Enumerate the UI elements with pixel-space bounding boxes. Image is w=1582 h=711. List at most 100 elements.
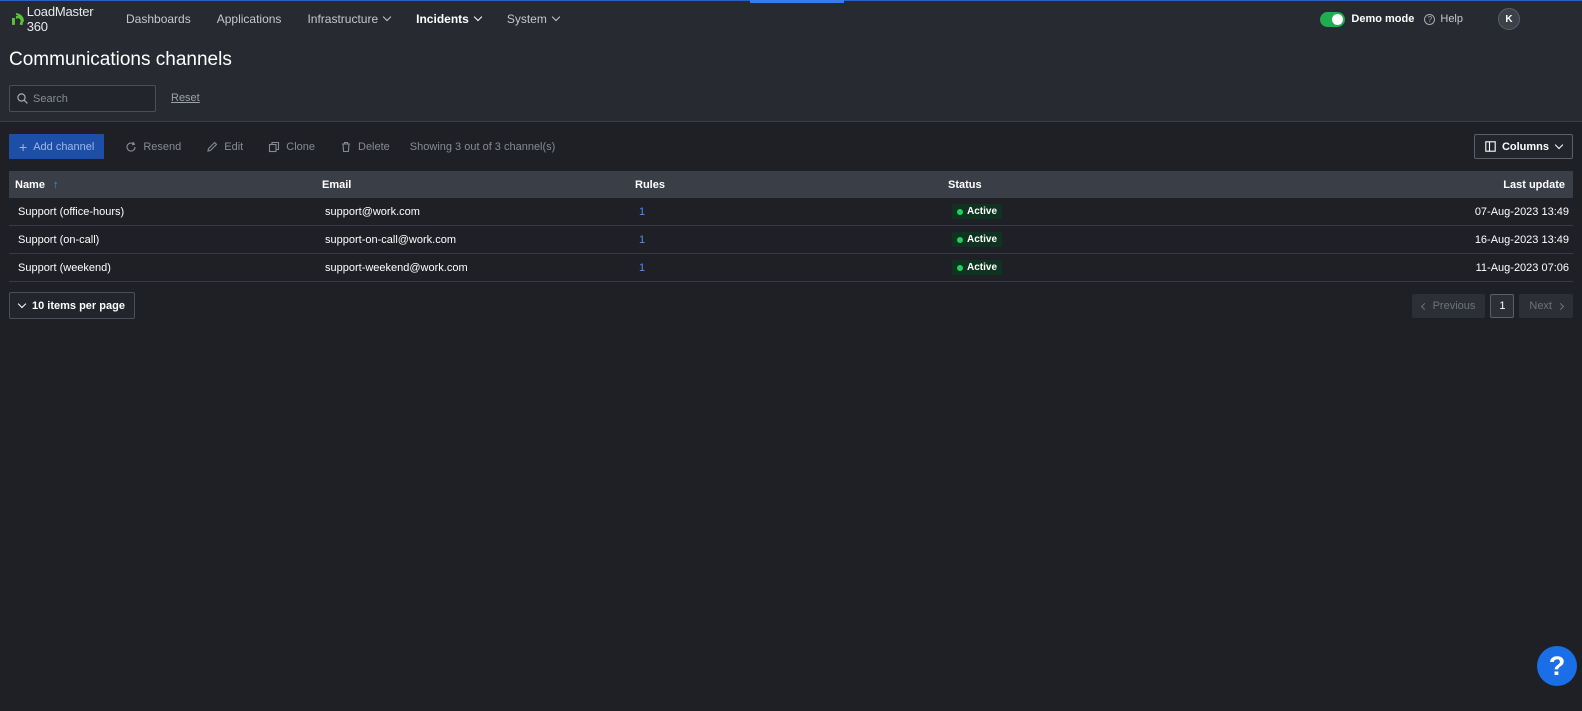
- copy-icon: [269, 141, 280, 152]
- channels-table: Name ↑ Email Rules Status Last update Su…: [9, 171, 1573, 282]
- nav-dashboards[interactable]: Dashboards: [126, 12, 191, 26]
- trash-icon: [342, 141, 350, 152]
- nav-applications-label: Applications: [216, 11, 282, 26]
- app-logo[interactable]: LoadMaster 360: [12, 4, 116, 34]
- user-avatar[interactable]: K: [1498, 8, 1520, 30]
- next-label: Next: [1529, 300, 1552, 312]
- top-navigation-bar: LoadMaster 360 Dashboards Applications I…: [0, 0, 1582, 36]
- channel-status: Active: [948, 232, 1261, 247]
- help-link[interactable]: Help: [1440, 13, 1463, 25]
- page-title: Communications channels: [9, 49, 232, 70]
- channel-rules-link[interactable]: 1: [635, 262, 948, 274]
- table-row[interactable]: Support (weekend) support-weekend@work.c…: [9, 254, 1573, 282]
- nav-applications[interactable]: Applications: [217, 12, 282, 26]
- clone-label: Clone: [286, 140, 315, 153]
- topbar-tools: Demo mode ? Help K: [1320, 1, 1520, 37]
- column-header-name[interactable]: Name ↑: [9, 179, 322, 191]
- pagination: Previous 1 Next: [1411, 294, 1573, 318]
- demo-mode-label: Demo mode: [1351, 13, 1415, 25]
- reset-link[interactable]: Reset: [171, 92, 200, 104]
- status-badge-label: Active: [967, 262, 998, 273]
- add-channel-label: Add channel: [33, 140, 95, 153]
- chevron-down-icon: [551, 12, 561, 22]
- channel-last-update: 07-Aug-2023 13:49: [1474, 205, 1569, 218]
- channel-last-update: 16-Aug-2023 13:49: [1474, 233, 1569, 246]
- delete-button[interactable]: Delete: [340, 141, 390, 153]
- help-circle-icon[interactable]: ?: [1424, 13, 1436, 25]
- channel-status: Active: [948, 260, 1261, 275]
- chevron-down-icon: [382, 12, 392, 22]
- status-dot-icon: [957, 208, 963, 215]
- column-header-email[interactable]: Email: [322, 179, 635, 191]
- pencil-icon: [207, 141, 218, 152]
- channel-name: Support (office-hours): [18, 205, 125, 218]
- page-number-button[interactable]: 1: [1490, 294, 1515, 318]
- status-badge-label: Active: [967, 206, 998, 217]
- search-input[interactable]: [33, 92, 143, 105]
- main-nav: Dashboards Applications Infrastructure I…: [126, 12, 585, 26]
- channels-toolbar: + Add channel Resend Edit Clone Delete S…: [9, 134, 1573, 159]
- items-per-page-select[interactable]: 10 items per page: [9, 292, 135, 319]
- chevron-right-icon: [1556, 302, 1565, 310]
- channel-name: Support (weekend): [18, 261, 111, 274]
- channel-rules-link[interactable]: 1: [635, 206, 948, 218]
- app-name: LoadMaster 360: [26, 3, 94, 34]
- resend-label: Resend: [143, 140, 182, 153]
- search-icon: [17, 93, 28, 104]
- refresh-icon: [126, 141, 136, 152]
- table-header: Name ↑ Email Rules Status Last update: [9, 171, 1573, 198]
- nav-infrastructure[interactable]: Infrastructure: [307, 11, 392, 26]
- nav-dashboards-label: Dashboards: [126, 11, 191, 26]
- plus-icon: +: [19, 138, 28, 155]
- search-field[interactable]: [9, 85, 156, 112]
- previous-label: Previous: [1432, 300, 1476, 312]
- help-fab-button[interactable]: ?: [1537, 646, 1577, 686]
- clone-button[interactable]: Clone: [268, 141, 315, 153]
- showing-count-text: Showing 3 out of 3 channel(s): [409, 140, 556, 153]
- resend-button[interactable]: Resend: [125, 141, 181, 153]
- add-channel-button[interactable]: + Add channel: [9, 134, 105, 159]
- column-header-name-label: Name: [15, 178, 45, 191]
- column-header-rules[interactable]: Rules: [635, 179, 948, 191]
- channel-rules-link[interactable]: 1: [635, 234, 948, 246]
- nav-incidents-label: Incidents: [416, 11, 469, 26]
- nav-incidents[interactable]: Incidents: [416, 11, 483, 26]
- nav-system-label: System: [506, 11, 547, 26]
- status-badge: Active: [952, 260, 1003, 275]
- channel-name: Support (on-call): [18, 233, 100, 246]
- columns-icon: [1485, 141, 1496, 152]
- channel-email: support-weekend@work.com: [325, 261, 468, 274]
- status-badge-label: Active: [967, 234, 998, 245]
- page-header: Communications channels Reset: [0, 36, 1582, 122]
- columns-label: Columns: [1501, 140, 1549, 153]
- nav-system[interactable]: System: [506, 11, 561, 26]
- channel-last-update: 11-Aug-2023 07:06: [1475, 261, 1569, 274]
- active-nav-indicator: [750, 0, 844, 3]
- sort-ascending-icon[interactable]: ↑: [53, 179, 59, 191]
- status-badge: Active: [952, 204, 1003, 219]
- nav-infrastructure-label: Infrastructure: [307, 11, 379, 26]
- status-dot-icon: [957, 264, 963, 271]
- chevron-down-icon: [473, 12, 483, 22]
- channel-status: Active: [948, 204, 1261, 219]
- column-header-last-update[interactable]: Last update: [1261, 179, 1573, 191]
- loadmaster-logo-icon: [12, 12, 24, 25]
- edit-label: Edit: [224, 140, 244, 153]
- previous-page-button[interactable]: Previous: [1411, 294, 1486, 318]
- chevron-down-icon: [1554, 140, 1564, 150]
- items-per-page-label: 10 items per page: [32, 299, 125, 312]
- channel-email: support-on-call@work.com: [325, 233, 456, 246]
- chevron-left-icon: [1420, 302, 1428, 310]
- channel-email: support@work.com: [325, 205, 420, 218]
- demo-mode-toggle[interactable]: [1320, 11, 1346, 27]
- next-page-button[interactable]: Next: [1519, 294, 1573, 318]
- status-badge: Active: [952, 232, 1003, 247]
- table-row[interactable]: Support (office-hours) support@work.com …: [9, 198, 1573, 226]
- table-row[interactable]: Support (on-call) support-on-call@work.c…: [9, 226, 1573, 254]
- columns-button[interactable]: Columns: [1473, 134, 1573, 159]
- delete-label: Delete: [358, 140, 390, 153]
- edit-button[interactable]: Edit: [206, 141, 243, 153]
- chevron-down-icon: [17, 299, 27, 309]
- status-dot-icon: [957, 236, 963, 243]
- column-header-status[interactable]: Status: [948, 179, 1261, 191]
